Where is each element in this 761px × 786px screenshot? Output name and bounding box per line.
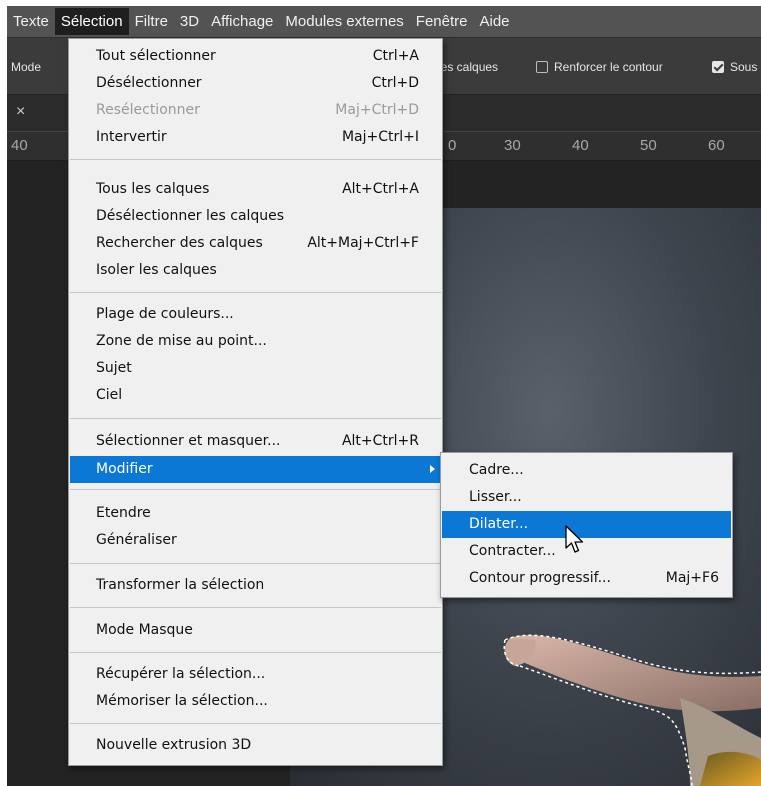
ruler-tick-label: 30 <box>504 137 521 154</box>
menu-item-new-3d-extrusion[interactable]: Nouvelle extrusion 3D <box>70 732 441 759</box>
menu-item-deselect-layers[interactable]: Désélectionner les calques <box>70 203 441 230</box>
menu-item-reselect: Resélectionner Maj+Ctrl+D <box>96 102 419 118</box>
enhance-edge-label: Renforcer le contour <box>554 60 663 74</box>
menu-item-inverse[interactable]: Intervertir Maj+Ctrl+I <box>70 124 441 151</box>
ruler-tick-label: 40 <box>11 137 28 154</box>
menu-item-subject[interactable]: Sujet <box>70 355 441 382</box>
menu-separator <box>70 652 441 653</box>
menu-item-load-selection[interactable]: Récupérer la sélection... <box>70 661 441 688</box>
ruler-tick-label: 40 <box>572 137 589 154</box>
ruler-tick-label: 60 <box>708 137 725 154</box>
menu-item-transform-selection[interactable]: Transformer la sélection <box>70 572 441 599</box>
menu-item-grow[interactable]: Etendre <box>70 500 441 527</box>
menu-item-focus-area[interactable]: Zone de mise au point... <box>70 328 441 355</box>
close-tab-icon[interactable]: × <box>16 103 25 121</box>
menu-item-select-all[interactable]: Tout sélectionner Ctrl+A <box>70 43 441 70</box>
selection-dropdown-menu: Tout sélectionner Ctrl+A Désélectionner Ct… <box>68 38 443 766</box>
menu-fenetre[interactable]: Fenêtre <box>410 8 474 35</box>
menu-separator <box>70 418 441 419</box>
menu-item-color-range[interactable]: Plage de couleurs... <box>70 301 441 328</box>
menu-bar: Texte Sélection Filtre 3D Affichage Modu… <box>7 6 761 37</box>
menu-affichage[interactable]: Affichage <box>205 8 279 35</box>
menu-separator <box>70 563 441 564</box>
submenu-item-border[interactable]: Cadre... <box>442 457 731 484</box>
menu-filtre[interactable]: Filtre <box>129 8 174 35</box>
menu-separator <box>70 607 441 608</box>
menu-item-quick-mask[interactable]: Mode Masque <box>70 617 441 644</box>
menu-item-isolate-layers[interactable]: Isoler les calques <box>70 257 441 284</box>
submenu-arrow-icon <box>430 465 435 473</box>
menu-item-similar[interactable]: Généraliser <box>70 527 441 554</box>
subject-label: Sous <box>730 60 758 74</box>
menu-item-sky[interactable]: Ciel <box>70 382 441 409</box>
submenu-item-smooth[interactable]: Lisser... <box>442 484 731 511</box>
photoshop-window: Texte Sélection Filtre 3D Affichage Modu… <box>7 6 761 786</box>
menu-item-all-layers[interactable]: Tous les calques Alt+Ctrl+A <box>70 176 441 203</box>
ruler-tick-label: 50 <box>640 137 657 154</box>
sample-all-layers-label[interactable]: les calques <box>438 38 498 96</box>
mode-label[interactable]: Mode <box>11 38 41 96</box>
menu-item-deselect[interactable]: Désélectionner Ctrl+D <box>70 70 441 97</box>
arrow-pointer-icon <box>565 525 584 553</box>
menu-item-modify[interactable]: Modifier <box>70 456 441 483</box>
submenu-item-feather[interactable]: Contour progressif... Maj+F6 <box>442 565 731 592</box>
menu-modules-externes[interactable]: Modules externes <box>279 8 409 35</box>
menu-separator <box>70 489 441 490</box>
menu-separator <box>70 292 441 293</box>
enhance-edge-option[interactable]: Renforcer le contour <box>536 38 663 96</box>
menu-item-save-selection[interactable]: Mémoriser la sélection... <box>70 688 441 715</box>
menu-separator <box>70 723 441 724</box>
subject-checkbox[interactable] <box>712 61 724 73</box>
menu-aide[interactable]: Aide <box>474 8 516 35</box>
menu-3d[interactable]: 3D <box>174 8 205 35</box>
menu-selection[interactable]: Sélection <box>54 8 129 35</box>
menu-item-find-layers[interactable]: Rechercher des calques Alt+Maj+Ctrl+F <box>70 230 441 257</box>
menu-texte[interactable]: Texte <box>7 8 55 35</box>
ruler-tick-label: 0 <box>448 137 457 154</box>
menu-separator <box>70 159 441 160</box>
enhance-edge-checkbox[interactable] <box>536 61 548 73</box>
menu-item-select-and-mask[interactable]: Sélectionner et masquer... Alt+Ctrl+R <box>70 428 441 455</box>
subject-option[interactable]: Sous <box>712 38 757 96</box>
